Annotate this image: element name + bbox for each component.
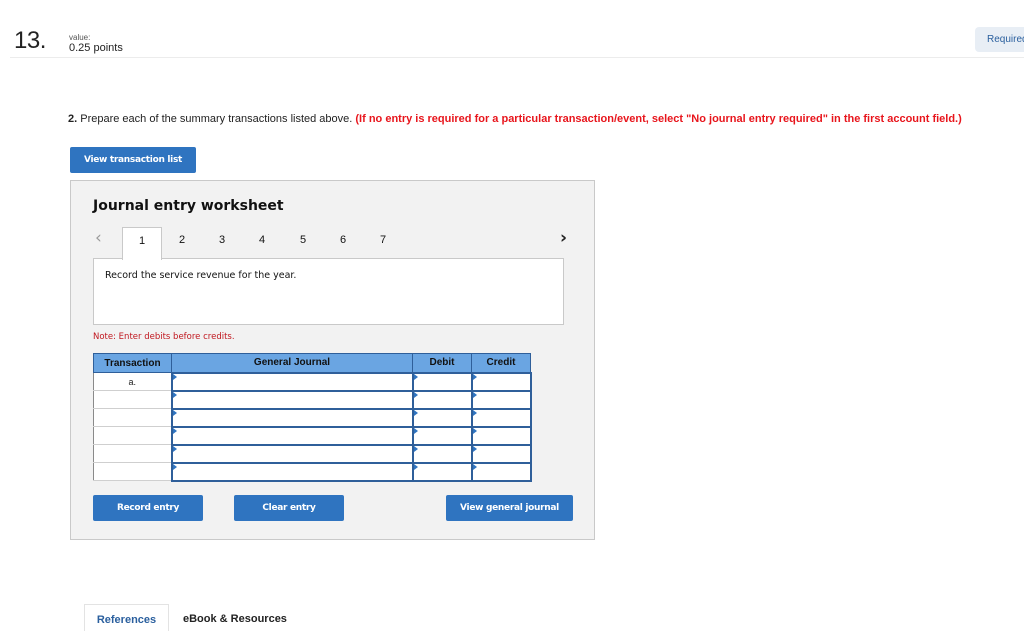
table-row: [93, 389, 532, 410]
points-value: 0.25 points: [69, 42, 123, 54]
debit-input[interactable]: [411, 425, 473, 446]
account-input[interactable]: [170, 425, 414, 446]
worksheet-title: Journal entry worksheet: [93, 198, 284, 214]
debit-input[interactable]: [411, 407, 473, 428]
dropdown-marker-icon: [172, 445, 177, 452]
view-transaction-list-button[interactable]: View transaction list: [70, 147, 196, 173]
instruction-body: Prepare each of the summary transactions…: [77, 113, 356, 125]
debit-input[interactable]: [411, 461, 473, 482]
tab-6[interactable]: 6: [323, 227, 363, 258]
credit-input[interactable]: [470, 389, 532, 410]
dropdown-marker-icon: [413, 445, 418, 452]
header-credit: Credit: [471, 353, 531, 373]
dropdown-marker-icon: [472, 463, 477, 470]
table-row: [93, 425, 532, 446]
header-transaction: Transaction: [93, 353, 172, 373]
table-header-row: Transaction General Journal Debit Credit: [93, 353, 531, 373]
dropdown-marker-icon: [472, 391, 477, 398]
dropdown-marker-icon: [172, 373, 177, 380]
transaction-cell: [93, 462, 172, 481]
credit-input[interactable]: [470, 443, 532, 464]
dropdown-marker-icon: [472, 409, 477, 416]
transaction-cell: [93, 444, 172, 463]
value-label: value:: [69, 33, 91, 42]
chevron-right-icon[interactable]: ›: [560, 228, 567, 248]
transaction-cell: a.: [93, 372, 172, 391]
tab-1[interactable]: 1: [122, 227, 162, 260]
view-general-journal-button[interactable]: View general journal: [446, 495, 573, 521]
header-debit: Debit: [412, 353, 472, 373]
tab-4[interactable]: 4: [242, 227, 282, 258]
dropdown-marker-icon: [413, 409, 418, 416]
account-input[interactable]: [170, 389, 414, 410]
tab-5[interactable]: 5: [283, 227, 323, 258]
tab-7[interactable]: 7: [363, 227, 403, 258]
debits-note: Note: Enter debits before credits.: [93, 332, 235, 342]
credit-input[interactable]: [470, 425, 532, 446]
tab-2[interactable]: 2: [162, 227, 202, 258]
transaction-cell: [93, 408, 172, 427]
instruction-note: (If no entry is required for a particula…: [355, 113, 962, 125]
transaction-description-box: Record the service revenue for the year.: [93, 258, 564, 325]
header-divider: [10, 57, 1024, 58]
record-entry-button[interactable]: Record entry: [93, 495, 203, 521]
dropdown-marker-icon: [413, 373, 418, 380]
question-number: 13.: [14, 27, 46, 54]
instruction-text: 2. Prepare each of the summary transacti…: [68, 113, 962, 125]
credit-input[interactable]: [470, 461, 532, 482]
journal-entry-worksheet: Journal entry worksheet ‹ 1 2 3 4 5 6 7 …: [70, 180, 595, 540]
table-row: [93, 407, 532, 428]
transaction-description: Record the service revenue for the year.: [105, 270, 297, 281]
dropdown-marker-icon: [472, 373, 477, 380]
account-input[interactable]: [170, 407, 414, 428]
transaction-cell: [93, 426, 172, 445]
required-button[interactable]: Required: [975, 27, 1024, 52]
account-input[interactable]: [170, 371, 414, 392]
journal-table: Transaction General Journal Debit Credit…: [93, 353, 532, 482]
dropdown-marker-icon: [413, 427, 418, 434]
debit-input[interactable]: [411, 389, 473, 410]
clear-entry-button[interactable]: Clear entry: [234, 495, 344, 521]
tab-references[interactable]: References: [84, 604, 169, 631]
dropdown-marker-icon: [413, 391, 418, 398]
chevron-left-icon[interactable]: ‹: [95, 228, 102, 248]
header-general-journal: General Journal: [171, 353, 413, 373]
dropdown-marker-icon: [172, 427, 177, 434]
dropdown-marker-icon: [472, 445, 477, 452]
account-input[interactable]: [170, 461, 414, 482]
table-row: [93, 461, 532, 482]
dropdown-marker-icon: [472, 427, 477, 434]
account-input[interactable]: [170, 443, 414, 464]
debit-input[interactable]: [411, 371, 473, 392]
credit-input[interactable]: [470, 371, 532, 392]
tab-ebook-resources[interactable]: eBook & Resources: [183, 604, 287, 631]
table-row: [93, 443, 532, 464]
instruction-number: 2.: [68, 113, 78, 125]
dropdown-marker-icon: [172, 463, 177, 470]
credit-input[interactable]: [470, 407, 532, 428]
dropdown-marker-icon: [413, 463, 418, 470]
dropdown-marker-icon: [172, 391, 177, 398]
transaction-cell: [93, 390, 172, 409]
table-row: a.: [93, 371, 532, 392]
tab-3[interactable]: 3: [202, 227, 242, 258]
dropdown-marker-icon: [172, 409, 177, 416]
debit-input[interactable]: [411, 443, 473, 464]
